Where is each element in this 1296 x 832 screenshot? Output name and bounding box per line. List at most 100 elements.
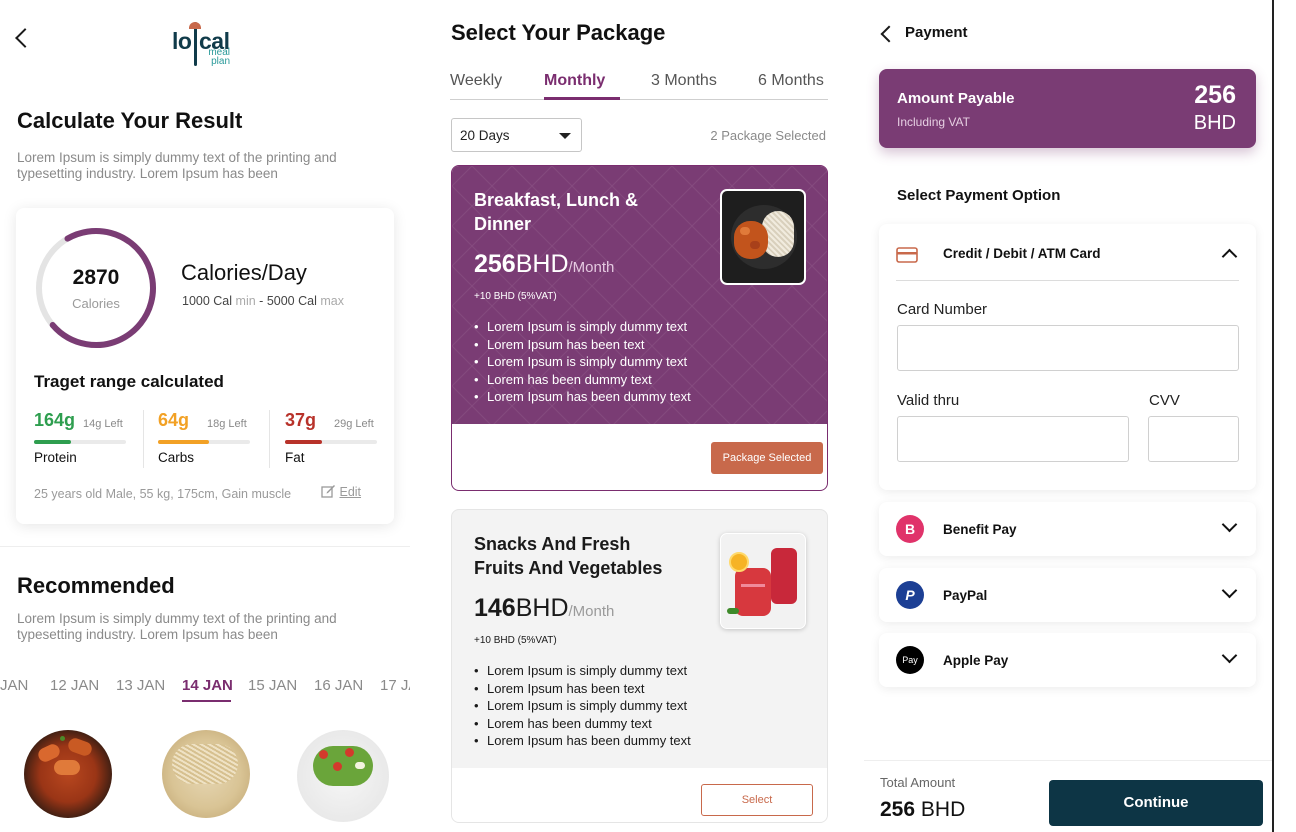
result-card: 2870 Calories Calories/Day 1000 Cal min … — [16, 208, 394, 524]
package-feature: Lorem Ipsum is simply dummy text — [474, 697, 691, 715]
payment-option-label: Apple Pay — [943, 653, 1009, 668]
package-card[interactable]: Snacks And Fresh Fruits And Vegetables 1… — [451, 509, 828, 823]
payment-screen: Payment Amount Payable Including VAT 256… — [864, 0, 1296, 832]
date-item-active[interactable]: 14 JAN — [182, 677, 233, 694]
back-icon[interactable] — [15, 28, 35, 48]
calculate-screen: lo cal meal plan Calculate Your Result L… — [0, 0, 410, 832]
valid-thru-field[interactable] — [897, 416, 1129, 462]
range-separator: - — [259, 294, 264, 308]
macro-progress-bar — [34, 440, 126, 444]
profile-summary: 25 years old Male, 55 kg, 175cm, Gain mu… — [34, 487, 292, 501]
tab-monthly[interactable]: Monthly — [544, 72, 605, 90]
package-screen: Select Your Package Weekly Monthly 3 Mon… — [440, 0, 840, 832]
card-option-label: Credit / Debit / ATM Card — [943, 246, 1101, 261]
macro-name: Carbs — [158, 450, 195, 465]
package-card-footer: Select — [452, 768, 827, 822]
chevron-down-icon[interactable] — [1221, 582, 1238, 599]
macro-fat: 37g 29g Left Fat — [285, 410, 395, 465]
payment-option-label: PayPal — [943, 588, 988, 603]
package-feature: Lorem Ipsum is simply dummy text — [474, 353, 691, 371]
tab-active-underline — [544, 97, 620, 100]
package-feature: Lorem Ipsum has been text — [474, 680, 691, 698]
card-number-label: Card Number — [897, 301, 988, 318]
payment-option-apple-pay[interactable]: Pay Apple Pay — [879, 633, 1256, 687]
cvv-label: CVV — [1149, 392, 1180, 409]
date-item[interactable]: JAN — [0, 677, 28, 694]
package-feature: Lorem Ipsum has been dummy text — [474, 388, 691, 406]
macro-left: 18g Left — [207, 418, 247, 430]
date-item[interactable]: 16 JAN — [314, 677, 363, 694]
page-description: Lorem Ipsum is simply dummy text of the … — [17, 150, 337, 181]
divider — [143, 410, 144, 468]
macro-left: 29g Left — [334, 418, 374, 430]
chevron-up-icon[interactable] — [1221, 248, 1238, 265]
package-title: Breakfast, Lunch & Dinner — [474, 190, 639, 234]
macro-progress-fill — [285, 440, 322, 444]
package-price-period: /Month — [568, 259, 615, 276]
macro-progress-fill — [158, 440, 209, 444]
package-price: 146BHD/Month — [474, 594, 614, 623]
frame-border — [1272, 0, 1274, 832]
page-title: Select Your Package — [451, 20, 666, 45]
dropdown-caret-icon — [559, 133, 571, 139]
days-dropdown-value: 20 Days — [460, 128, 510, 143]
continue-button[interactable]: Continue — [1049, 780, 1263, 826]
date-item[interactable]: 17 JA — [380, 677, 410, 694]
package-price-currency: BHD — [515, 594, 569, 622]
package-card-header: Breakfast, Lunch & Dinner 256BHD/Month +… — [452, 166, 827, 424]
apple-pay-icon: Pay — [896, 646, 924, 674]
divider — [269, 410, 270, 468]
card-number-field[interactable] — [897, 325, 1239, 371]
date-item[interactable]: 12 JAN — [50, 677, 99, 694]
chevron-down-icon[interactable] — [1221, 647, 1238, 664]
tab-3-months[interactable]: 3 Months — [651, 72, 717, 90]
package-price-currency: BHD — [515, 250, 569, 278]
edit-icon — [321, 485, 335, 498]
date-item[interactable]: 13 JAN — [116, 677, 165, 694]
payment-option-paypal[interactable]: P PayPal — [879, 568, 1256, 622]
range-max-word: max — [320, 294, 344, 308]
food-image-chicken[interactable] — [24, 730, 112, 818]
macro-carbs: 64g 18g Left Carbs — [158, 410, 268, 465]
tab-6-months[interactable]: 6 Months — [758, 72, 824, 90]
food-image-rice[interactable] — [162, 730, 250, 818]
package-feature: Lorem Ipsum is simply dummy text — [474, 318, 691, 336]
date-selector: JAN 12 JAN 13 JAN 14 JAN 15 JAN 16 JAN 1… — [0, 677, 410, 707]
payment-option-label: Benefit Pay — [943, 522, 1017, 537]
edit-label: Edit — [339, 485, 362, 499]
package-select-button[interactable]: Select — [701, 784, 813, 816]
amount-currency: BHD — [1193, 112, 1236, 134]
macro-progress-bar — [285, 440, 377, 444]
amount-value: 256 — [1194, 81, 1236, 109]
back-icon[interactable] — [880, 25, 898, 43]
package-card-selected[interactable]: Breakfast, Lunch & Dinner 256BHD/Month +… — [451, 165, 828, 491]
tab-weekly[interactable]: Weekly — [450, 72, 502, 90]
target-range-title: Traget range calculated — [34, 372, 224, 391]
macro-progress-bar — [158, 440, 250, 444]
payment-option-card: Credit / Debit / ATM Card Card Number Va… — [879, 224, 1256, 490]
macro-left: 14g Left — [83, 418, 123, 430]
package-features: Lorem Ipsum is simply dummy text Lorem I… — [474, 662, 691, 750]
payment-option-benefit-pay[interactable]: B Benefit Pay — [879, 502, 1256, 556]
card-option-header[interactable]: Credit / Debit / ATM Card — [879, 224, 1256, 281]
page-title: Payment — [905, 24, 968, 41]
calorie-label: Calories — [72, 296, 120, 311]
package-tabs: Weekly Monthly 3 Months 6 Months — [450, 72, 828, 100]
macro-protein: 164g 14g Left Protein — [34, 410, 144, 465]
cvv-field[interactable] — [1148, 416, 1239, 462]
chevron-down-icon[interactable] — [1221, 516, 1238, 533]
food-image-salad[interactable] — [297, 730, 389, 822]
benefit-pay-icon: B — [896, 515, 924, 543]
range-max-value: 5000 Cal — [266, 294, 317, 308]
date-item[interactable]: 15 JAN — [248, 677, 297, 694]
package-selected-button[interactable]: Package Selected — [711, 442, 823, 474]
edit-button[interactable]: Edit — [321, 484, 361, 499]
package-feature: Lorem Ipsum has been text — [474, 336, 691, 354]
total-amount-value: 256 — [880, 798, 916, 821]
divider — [896, 280, 1239, 281]
macro-progress-fill — [34, 440, 71, 444]
package-price-period: /Month — [568, 603, 615, 620]
days-dropdown[interactable]: 20 Days — [451, 118, 582, 152]
total-amount: 256 BHD — [880, 798, 965, 822]
macro-name: Protein — [34, 450, 77, 465]
